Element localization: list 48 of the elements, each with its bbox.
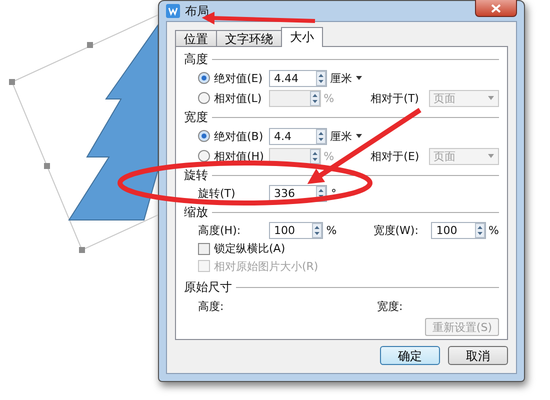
rotation-label: 旋转(T) — [198, 186, 236, 202]
checkbox[interactable] — [198, 242, 210, 255]
section-title: 旋转 — [184, 167, 208, 184]
unit-label: % — [488, 224, 499, 237]
caret-icon — [488, 154, 494, 158]
degree-unit: ° — [331, 187, 336, 200]
original-width-label: 宽度: — [377, 298, 403, 314]
app-icon — [166, 4, 180, 18]
radio-button[interactable] — [198, 72, 210, 84]
cancel-button[interactable]: 取消 — [448, 346, 508, 365]
unit-label: % — [326, 224, 337, 237]
ok-button[interactable]: 确定 — [380, 346, 440, 365]
spin-arrows-icon[interactable] — [474, 222, 485, 238]
caret-icon — [356, 76, 362, 80]
tab[interactable]: 文字环绕 — [216, 30, 282, 47]
scale-width-field[interactable]: 100 — [431, 222, 486, 239]
spin-arrows-icon[interactable] — [312, 222, 322, 238]
radio-label: 绝对值(B) — [214, 128, 264, 144]
scale-width-label: 宽度(W): — [373, 222, 418, 238]
caret-icon — [356, 134, 362, 138]
checkbox-label: 相对原始图片大小(R) — [214, 258, 318, 274]
unit-label: % — [324, 92, 334, 105]
radio-button[interactable] — [198, 130, 210, 142]
scale-height-field[interactable]: 100 — [269, 222, 324, 239]
caret-icon — [488, 96, 494, 100]
radio-label: 相对值(L) — [214, 90, 262, 106]
unit-label[interactable]: 厘米 — [330, 128, 352, 144]
number-field[interactable]: 4.44 — [269, 70, 327, 87]
relative-to-label: 相对于(E) — [370, 148, 420, 164]
window-title: 布局 — [185, 2, 209, 20]
section-title: 高度 — [184, 51, 208, 68]
radio-label: 绝对值(E) — [214, 70, 263, 86]
section-title: 原始尺寸 — [184, 279, 232, 296]
close-button[interactable] — [475, 0, 517, 17]
close-icon — [491, 4, 501, 12]
tab[interactable]: 大小 — [281, 27, 323, 47]
spin-arrows-icon[interactable] — [316, 128, 326, 144]
scale-height-label: 高度(H): — [198, 222, 241, 238]
section-title: 缩放 — [184, 204, 208, 221]
spin-arrows-icon[interactable] — [316, 70, 326, 86]
number-field[interactable]: 4.4 — [269, 128, 327, 144]
unit-label[interactable]: 厘米 — [330, 70, 352, 86]
checkbox-label: 锁定纵横比(A) — [214, 241, 286, 256]
section-title: 宽度 — [184, 109, 208, 126]
original-height-label: 高度: — [198, 298, 224, 314]
unit-label: % — [324, 150, 334, 163]
relative-to-label: 相对于(T) — [370, 90, 419, 106]
tab[interactable]: 位置 — [175, 30, 217, 47]
